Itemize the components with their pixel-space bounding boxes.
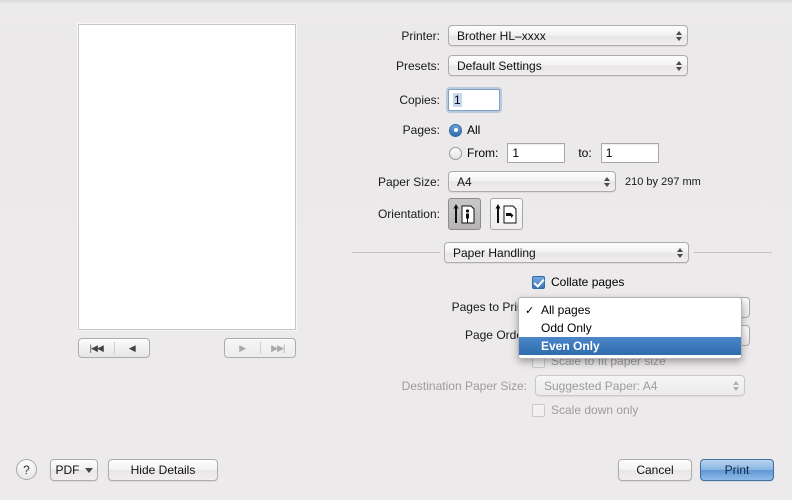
menu-item-label: Odd Only — [541, 321, 592, 335]
pages-from-input[interactable]: 1 — [507, 143, 566, 163]
paper-dimensions-label: 210 by 297 mm — [625, 175, 701, 188]
radio-selected-icon[interactable] — [449, 123, 462, 137]
printer-label: Printer: — [401, 28, 440, 43]
preview-navigation: |◀◀ ◀ ▶ ▶▶| 1 of 1 — [78, 338, 296, 358]
orientation-label: Orientation: — [377, 207, 440, 221]
scale-down-label: Scale down only — [551, 403, 639, 417]
pages-to-input[interactable]: 1 — [600, 143, 659, 163]
chevron-updown-icon — [604, 176, 610, 187]
paper-size-select[interactable]: A4 — [448, 171, 616, 192]
menu-item-label: All pages — [541, 303, 591, 317]
printer-row: Printer: Brother HL–xxxx — [352, 25, 688, 46]
printer-value: Brother HL–xxxx — [457, 28, 546, 43]
copies-input[interactable]: 1 — [448, 89, 500, 111]
pdf-button[interactable]: PDF — [50, 459, 98, 481]
pages-to-print-menu[interactable]: ✓ All pages Odd Only Even Only — [518, 297, 742, 359]
print-pane-value: Paper Handling — [453, 245, 536, 260]
pages-from-label: From: — [467, 146, 499, 160]
skip-to-end-icon[interactable]: ▶▶| — [261, 339, 296, 357]
destination-paper-select[interactable]: Suggested Paper: A4 — [535, 375, 745, 396]
paper-size-value: A4 — [457, 174, 472, 189]
print-preview-page — [78, 24, 296, 330]
presets-label: Presets: — [395, 58, 440, 73]
checkbox-checked-icon[interactable] — [532, 275, 545, 289]
print-button[interactable]: Print — [700, 459, 774, 481]
landscape-orientation-icon — [495, 204, 516, 224]
presets-select[interactable]: Default Settings — [448, 55, 688, 76]
section-divider-left — [352, 252, 440, 253]
chevron-updown-icon — [676, 30, 682, 41]
cancel-button[interactable]: Cancel — [618, 459, 692, 481]
copies-label: Copies: — [399, 93, 440, 107]
copies-row: Copies: 1 — [352, 89, 500, 111]
checkbox-unchecked-icon[interactable] — [532, 403, 545, 417]
menu-item-even-only[interactable]: Even Only — [519, 337, 741, 355]
chevron-updown-icon — [733, 380, 739, 391]
hide-details-button[interactable]: Hide Details — [108, 459, 218, 481]
preview-nav-back-group[interactable]: |◀◀ ◀ — [78, 338, 150, 358]
next-page-icon[interactable]: ▶ — [225, 339, 260, 357]
help-button[interactable]: ? — [16, 459, 37, 480]
page-order-row: Page Order — [352, 328, 527, 342]
printer-select[interactable]: Brother HL–xxxx — [448, 25, 688, 46]
scale-down-row[interactable]: Scale down only — [532, 403, 638, 417]
presets-row: Presets: Default Settings — [352, 55, 688, 76]
pages-all-row: Pages: All — [352, 123, 481, 137]
paper-size-label: Paper Size: — [377, 174, 440, 189]
menu-item-label: Even Only — [541, 339, 600, 353]
destination-paper-label: Destination Paper Size: — [401, 378, 527, 393]
pages-range-row: From: 1 to: 1 — [449, 143, 659, 163]
chevron-down-icon — [84, 467, 93, 473]
chevron-updown-icon — [677, 247, 683, 258]
pages-to-value: 1 — [605, 146, 613, 160]
print-dialog: |◀◀ ◀ ▶ ▶▶| 1 of 1 Printer: Brother HL–x… — [0, 0, 792, 500]
collate-pages-label: Collate pages — [551, 275, 625, 289]
checkmark-icon: ✓ — [525, 304, 535, 317]
portrait-orientation-button[interactable] — [448, 198, 481, 230]
collate-pages-row[interactable]: Collate pages — [532, 275, 624, 289]
paper-size-row: Paper Size: A4 210 by 297 mm — [352, 171, 701, 192]
section-divider-right — [694, 252, 772, 253]
destination-paper-row: Destination Paper Size: Suggested Paper:… — [352, 375, 745, 396]
pages-all-radio[interactable]: All — [449, 123, 480, 137]
menu-item-odd-only[interactable]: Odd Only — [519, 319, 741, 337]
pages-all-label: All — [467, 123, 481, 137]
pages-to-print-label: Pages to Print — [451, 300, 527, 314]
copies-value: 1 — [453, 93, 462, 107]
pages-to-label: to: — [578, 146, 592, 160]
presets-value: Default Settings — [457, 58, 542, 73]
radio-unselected-icon[interactable] — [449, 146, 462, 160]
destination-paper-value: Suggested Paper: A4 — [544, 378, 658, 393]
portrait-orientation-icon — [453, 204, 474, 224]
skip-to-start-icon[interactable]: |◀◀ — [79, 339, 114, 357]
pdf-button-label: PDF — [55, 463, 80, 477]
orientation-row: Orientation: — [352, 198, 523, 230]
page-order-label: Page Order — [464, 328, 527, 342]
chevron-updown-icon — [676, 60, 682, 71]
preview-nav-forward-group[interactable]: ▶ ▶▶| — [224, 338, 296, 358]
landscape-orientation-button[interactable] — [490, 198, 523, 230]
pages-from-value: 1 — [512, 146, 520, 160]
pages-to-print-row: Pages to Print — [352, 300, 527, 314]
previous-page-icon[interactable]: ◀ — [115, 339, 150, 357]
menu-item-all-pages[interactable]: ✓ All pages — [519, 301, 741, 319]
pages-label: Pages: — [402, 123, 440, 137]
print-pane-select[interactable]: Paper Handling — [444, 242, 689, 263]
